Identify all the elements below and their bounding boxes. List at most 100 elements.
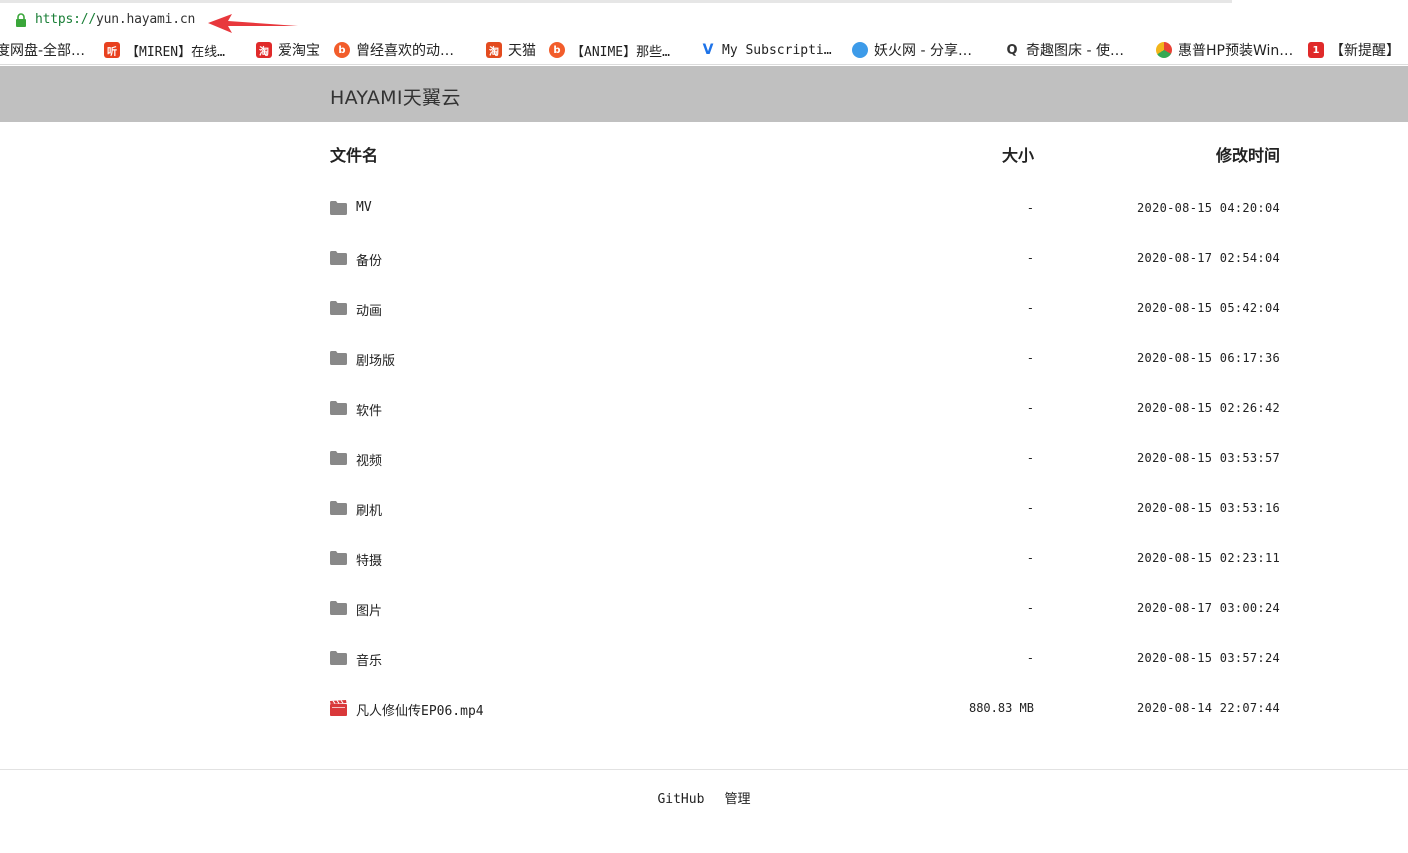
file-size: - xyxy=(1026,251,1034,265)
folder-icon xyxy=(330,201,347,215)
file-name[interactable]: 动画 xyxy=(356,300,382,319)
file-row[interactable]: 软件 - 2020-08-15 02:26:42 xyxy=(330,384,1280,434)
file-modified-time: 2020-08-15 03:53:16 xyxy=(1137,501,1280,515)
taobao-icon: 淘 xyxy=(256,42,272,58)
red-arrow-annotation xyxy=(208,14,298,33)
bilibili-icon: b xyxy=(549,42,565,58)
column-header-modified[interactable]: 修改时间 xyxy=(1216,142,1280,166)
bookmark-label: 奇趣图床 - 使… xyxy=(1026,43,1124,59)
file-name[interactable]: 音乐 xyxy=(356,650,382,669)
folder-icon xyxy=(330,301,347,315)
folder-icon xyxy=(330,601,347,615)
bookmark-label: My Subscripti… xyxy=(722,42,832,58)
bookmarks-bar: 度网盘-全部… 听 【MIREN】在线… 淘 爱淘宝 b 曾经喜欢的动… 淘 天… xyxy=(0,36,1408,65)
url-protocol: https:// xyxy=(35,12,97,27)
file-name[interactable]: 剧场版 xyxy=(356,350,395,369)
v-icon: V xyxy=(702,42,714,58)
file-size: - xyxy=(1026,301,1034,315)
video-file-icon xyxy=(330,700,347,716)
bookmark-item[interactable]: 惠普HP预装Win… xyxy=(1156,40,1293,60)
file-row[interactable]: 刷机 - 2020-08-15 03:53:16 xyxy=(330,484,1280,534)
file-row[interactable]: 凡人修仙传EP06.mp4 880.83 MB 2020-08-14 22:07… xyxy=(330,684,1280,734)
bookmark-label: 度网盘-全部… xyxy=(0,43,86,59)
file-name[interactable]: 备份 xyxy=(356,250,382,269)
ting-icon: 听 xyxy=(104,42,120,58)
site-header: HAYAMI天翼云 xyxy=(0,66,1408,122)
file-modified-time: 2020-08-15 03:53:57 xyxy=(1137,451,1280,465)
file-row[interactable]: 视频 - 2020-08-15 03:53:57 xyxy=(330,434,1280,484)
folder-icon xyxy=(330,501,347,515)
column-header-name[interactable]: 文件名 xyxy=(330,142,378,166)
file-size: - xyxy=(1026,201,1034,215)
admin-link[interactable]: 管理 xyxy=(725,788,751,807)
chat-icon xyxy=(852,42,868,58)
folder-icon xyxy=(330,551,347,565)
file-name[interactable]: 图片 xyxy=(356,600,382,619)
site-title[interactable]: HAYAMI天翼云 xyxy=(330,83,461,110)
oneplus-icon: 1 xyxy=(1308,42,1324,58)
bookmark-label: 【ANIME】那些… xyxy=(571,44,670,60)
file-list: MV - 2020-08-15 04:20:04 备份 - 2020-08-17… xyxy=(330,184,1280,734)
file-modified-time: 2020-08-14 22:07:44 xyxy=(1137,701,1280,715)
bookmark-item[interactable]: 听 【MIREN】在线… xyxy=(104,40,225,60)
file-modified-time: 2020-08-15 03:57:24 xyxy=(1137,651,1280,665)
bookmark-item[interactable]: 淘 爱淘宝 xyxy=(256,40,320,60)
file-size: - xyxy=(1026,651,1034,665)
taobao-icon: 淘 xyxy=(486,42,502,58)
file-size: - xyxy=(1026,551,1034,565)
site-footer: GitHub 管理 xyxy=(0,788,1408,807)
footer-divider xyxy=(0,769,1408,770)
file-size: - xyxy=(1026,501,1034,515)
bookmark-item[interactable]: 淘 天猫 xyxy=(486,40,536,60)
file-row[interactable]: 动画 - 2020-08-15 05:42:04 xyxy=(330,284,1280,334)
url-host: yun.hayami.cn xyxy=(96,12,196,27)
file-modified-time: 2020-08-15 02:23:11 xyxy=(1137,551,1280,565)
file-modified-time: 2020-08-17 03:00:24 xyxy=(1137,601,1280,615)
file-row[interactable]: 备份 - 2020-08-17 02:54:04 xyxy=(330,234,1280,284)
url-text[interactable]: https://yun.hayami.cn xyxy=(35,12,195,27)
folder-icon xyxy=(330,351,347,365)
file-row[interactable]: 图片 - 2020-08-17 03:00:24 xyxy=(330,584,1280,634)
bookmark-label: 惠普HP预装Win… xyxy=(1178,43,1294,59)
file-modified-time: 2020-08-15 04:20:04 xyxy=(1137,201,1280,215)
file-row[interactable]: 音乐 - 2020-08-15 03:57:24 xyxy=(330,634,1280,684)
file-modified-time: 2020-08-15 02:26:42 xyxy=(1137,401,1280,415)
tab-strip-edge xyxy=(1232,0,1408,4)
file-row[interactable]: 剧场版 - 2020-08-15 06:17:36 xyxy=(330,334,1280,384)
file-size: - xyxy=(1026,451,1034,465)
bilibili-icon: b xyxy=(334,42,350,58)
chrome-icon xyxy=(1156,42,1172,58)
bookmark-item[interactable]: b 【ANIME】那些… xyxy=(549,40,670,60)
lock-icon xyxy=(16,13,26,27)
file-size: 880.83 MB xyxy=(968,701,1034,715)
file-name[interactable]: 刷机 xyxy=(356,500,382,519)
bookmark-item[interactable]: b 曾经喜欢的动… xyxy=(334,40,454,60)
file-row[interactable]: 特摄 - 2020-08-15 02:23:11 xyxy=(330,534,1280,584)
bookmark-label: 妖火网 - 分享… xyxy=(874,43,972,59)
bookmark-label: 【新提醒】 xyxy=(1330,43,1400,59)
file-name[interactable]: 视频 xyxy=(356,450,382,469)
address-bar[interactable]: https://yun.hayami.cn xyxy=(0,0,1408,36)
bookmark-item[interactable]: 妖火网 - 分享… xyxy=(852,40,972,60)
file-name[interactable]: 凡人修仙传EP06.mp4 xyxy=(356,700,484,719)
file-row[interactable]: MV - 2020-08-15 04:20:04 xyxy=(330,184,1280,234)
file-modified-time: 2020-08-15 06:17:36 xyxy=(1137,351,1280,365)
bookmark-item[interactable]: Q 奇趣图床 - 使… xyxy=(1004,40,1124,60)
file-size: - xyxy=(1026,601,1034,615)
file-name[interactable]: 特摄 xyxy=(356,550,382,569)
bookmark-label: 爱淘宝 xyxy=(278,43,320,59)
file-size: - xyxy=(1026,401,1034,415)
folder-icon xyxy=(330,401,347,415)
file-table-header: 文件名 大小 修改时间 xyxy=(330,142,1280,166)
bookmark-item[interactable]: 度网盘-全部… xyxy=(0,40,85,60)
folder-icon xyxy=(330,651,347,665)
file-name[interactable]: MV xyxy=(356,200,372,215)
bookmark-item[interactable]: 1 【新提醒】 xyxy=(1308,40,1400,60)
bookmark-label: 曾经喜欢的动… xyxy=(356,43,454,59)
bookmark-item[interactable]: V My Subscripti… xyxy=(700,40,832,60)
file-modified-time: 2020-08-17 02:54:04 xyxy=(1137,251,1280,265)
column-header-size[interactable]: 大小 xyxy=(1002,142,1034,166)
file-name[interactable]: 软件 xyxy=(356,400,382,419)
folder-icon xyxy=(330,451,347,465)
github-link[interactable]: GitHub xyxy=(657,792,704,807)
